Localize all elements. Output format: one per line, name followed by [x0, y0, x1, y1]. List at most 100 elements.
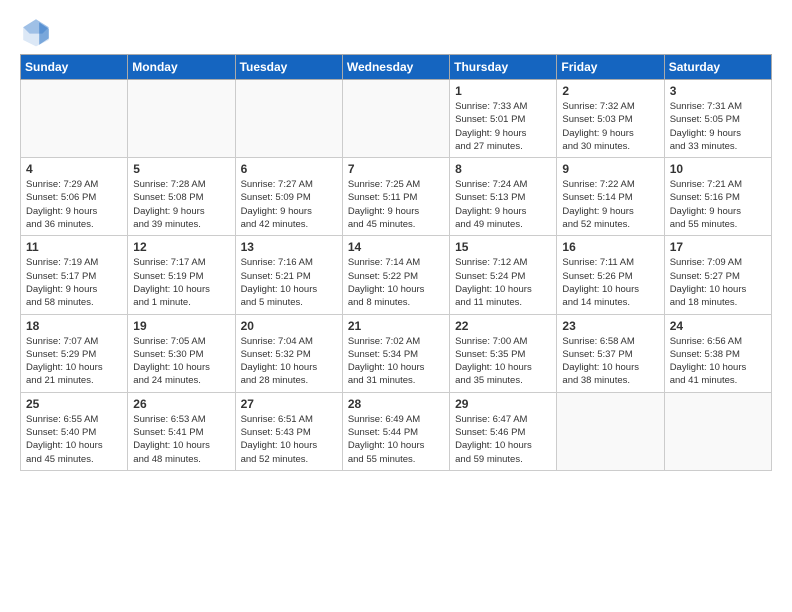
day-detail: Sunrise: 6:53 AM Sunset: 5:41 PM Dayligh…	[133, 413, 229, 466]
calendar-week-row: 11 Sunrise: 7:19 AM Sunset: 5:17 PM Dayli…	[21, 236, 772, 314]
weekday-header-friday: Friday	[557, 55, 664, 80]
calendar-cell: 25 Sunrise: 6:55 AM Sunset: 5:40 PM Dayli…	[21, 392, 128, 470]
calendar-cell	[235, 80, 342, 158]
calendar-cell: 28 Sunrise: 6:49 AM Sunset: 5:44 PM Dayli…	[342, 392, 449, 470]
day-number: 6	[241, 162, 337, 176]
calendar-week-row: 18 Sunrise: 7:07 AM Sunset: 5:29 PM Dayli…	[21, 314, 772, 392]
weekday-header-row: SundayMondayTuesdayWednesdayThursdayFrid…	[21, 55, 772, 80]
calendar-cell: 14 Sunrise: 7:14 AM Sunset: 5:22 PM Dayli…	[342, 236, 449, 314]
day-number: 29	[455, 397, 551, 411]
calendar-cell: 23 Sunrise: 6:58 AM Sunset: 5:37 PM Dayli…	[557, 314, 664, 392]
weekday-header-thursday: Thursday	[450, 55, 557, 80]
day-number: 28	[348, 397, 444, 411]
day-detail: Sunrise: 7:17 AM Sunset: 5:19 PM Dayligh…	[133, 256, 229, 309]
weekday-header-saturday: Saturday	[664, 55, 771, 80]
day-detail: Sunrise: 7:25 AM Sunset: 5:11 PM Dayligh…	[348, 178, 444, 231]
calendar-cell: 27 Sunrise: 6:51 AM Sunset: 5:43 PM Dayli…	[235, 392, 342, 470]
calendar-cell: 8 Sunrise: 7:24 AM Sunset: 5:13 PM Daylig…	[450, 158, 557, 236]
weekday-header-monday: Monday	[128, 55, 235, 80]
calendar-cell: 24 Sunrise: 6:56 AM Sunset: 5:38 PM Dayli…	[664, 314, 771, 392]
day-detail: Sunrise: 7:09 AM Sunset: 5:27 PM Dayligh…	[670, 256, 766, 309]
calendar-cell: 29 Sunrise: 6:47 AM Sunset: 5:46 PM Dayli…	[450, 392, 557, 470]
day-detail: Sunrise: 6:55 AM Sunset: 5:40 PM Dayligh…	[26, 413, 122, 466]
calendar-cell	[664, 392, 771, 470]
calendar-cell: 11 Sunrise: 7:19 AM Sunset: 5:17 PM Dayli…	[21, 236, 128, 314]
logo	[20, 16, 56, 48]
day-detail: Sunrise: 6:58 AM Sunset: 5:37 PM Dayligh…	[562, 335, 658, 388]
calendar-cell: 4 Sunrise: 7:29 AM Sunset: 5:06 PM Daylig…	[21, 158, 128, 236]
day-number: 15	[455, 240, 551, 254]
weekday-header-tuesday: Tuesday	[235, 55, 342, 80]
calendar-cell: 18 Sunrise: 7:07 AM Sunset: 5:29 PM Dayli…	[21, 314, 128, 392]
day-detail: Sunrise: 7:31 AM Sunset: 5:05 PM Dayligh…	[670, 100, 766, 153]
day-detail: Sunrise: 7:32 AM Sunset: 5:03 PM Dayligh…	[562, 100, 658, 153]
logo-icon	[20, 16, 52, 48]
day-number: 26	[133, 397, 229, 411]
day-detail: Sunrise: 6:49 AM Sunset: 5:44 PM Dayligh…	[348, 413, 444, 466]
day-detail: Sunrise: 7:27 AM Sunset: 5:09 PM Dayligh…	[241, 178, 337, 231]
calendar-cell	[342, 80, 449, 158]
calendar-cell: 16Sunrise: 7:11 AM Sunset: 5:26 PM Dayli…	[557, 236, 664, 314]
calendar-cell: 22 Sunrise: 7:00 AM Sunset: 5:35 PM Dayli…	[450, 314, 557, 392]
day-number: 22	[455, 319, 551, 333]
day-detail: Sunrise: 7:02 AM Sunset: 5:34 PM Dayligh…	[348, 335, 444, 388]
day-detail: Sunrise: 7:29 AM Sunset: 5:06 PM Dayligh…	[26, 178, 122, 231]
calendar-cell: 19 Sunrise: 7:05 AM Sunset: 5:30 PM Dayli…	[128, 314, 235, 392]
day-number: 5	[133, 162, 229, 176]
day-number: 18	[26, 319, 122, 333]
day-detail: Sunrise: 7:07 AM Sunset: 5:29 PM Dayligh…	[26, 335, 122, 388]
day-detail: Sunrise: 7:28 AM Sunset: 5:08 PM Dayligh…	[133, 178, 229, 231]
calendar-cell: 1 Sunrise: 7:33 AM Sunset: 5:01 PM Daylig…	[450, 80, 557, 158]
calendar-cell: 7Sunrise: 7:25 AM Sunset: 5:11 PM Daylig…	[342, 158, 449, 236]
calendar-cell: 26 Sunrise: 6:53 AM Sunset: 5:41 PM Dayli…	[128, 392, 235, 470]
day-number: 24	[670, 319, 766, 333]
day-detail: Sunrise: 7:33 AM Sunset: 5:01 PM Dayligh…	[455, 100, 551, 153]
day-number: 13	[241, 240, 337, 254]
day-detail: Sunrise: 6:51 AM Sunset: 5:43 PM Dayligh…	[241, 413, 337, 466]
calendar-cell: 10 Sunrise: 7:21 AM Sunset: 5:16 PM Dayli…	[664, 158, 771, 236]
day-number: 3	[670, 84, 766, 98]
day-number: 16	[562, 240, 658, 254]
calendar-week-row: 25 Sunrise: 6:55 AM Sunset: 5:40 PM Dayli…	[21, 392, 772, 470]
day-detail: Sunrise: 7:14 AM Sunset: 5:22 PM Dayligh…	[348, 256, 444, 309]
day-detail: Sunrise: 7:16 AM Sunset: 5:21 PM Dayligh…	[241, 256, 337, 309]
day-number: 9	[562, 162, 658, 176]
calendar-cell	[128, 80, 235, 158]
day-number: 25	[26, 397, 122, 411]
day-detail: Sunrise: 6:56 AM Sunset: 5:38 PM Dayligh…	[670, 335, 766, 388]
day-number: 10	[670, 162, 766, 176]
day-detail: Sunrise: 7:19 AM Sunset: 5:17 PM Dayligh…	[26, 256, 122, 309]
calendar-cell: 6 Sunrise: 7:27 AM Sunset: 5:09 PM Daylig…	[235, 158, 342, 236]
day-detail: Sunrise: 7:04 AM Sunset: 5:32 PM Dayligh…	[241, 335, 337, 388]
day-number: 19	[133, 319, 229, 333]
day-number: 27	[241, 397, 337, 411]
day-detail: Sunrise: 7:00 AM Sunset: 5:35 PM Dayligh…	[455, 335, 551, 388]
day-number: 17	[670, 240, 766, 254]
calendar-cell: 15 Sunrise: 7:12 AM Sunset: 5:24 PM Dayli…	[450, 236, 557, 314]
day-detail: Sunrise: 6:47 AM Sunset: 5:46 PM Dayligh…	[455, 413, 551, 466]
day-detail: Sunrise: 7:12 AM Sunset: 5:24 PM Dayligh…	[455, 256, 551, 309]
day-number: 14	[348, 240, 444, 254]
calendar-cell: 2 Sunrise: 7:32 AM Sunset: 5:03 PM Daylig…	[557, 80, 664, 158]
day-detail: Sunrise: 7:24 AM Sunset: 5:13 PM Dayligh…	[455, 178, 551, 231]
calendar-table: SundayMondayTuesdayWednesdayThursdayFrid…	[20, 54, 772, 471]
day-number: 1	[455, 84, 551, 98]
day-number: 4	[26, 162, 122, 176]
day-detail: Sunrise: 7:05 AM Sunset: 5:30 PM Dayligh…	[133, 335, 229, 388]
day-number: 2	[562, 84, 658, 98]
day-detail: Sunrise: 7:21 AM Sunset: 5:16 PM Dayligh…	[670, 178, 766, 231]
day-number: 8	[455, 162, 551, 176]
day-number: 21	[348, 319, 444, 333]
calendar-cell	[557, 392, 664, 470]
page-header	[20, 16, 772, 48]
calendar-cell: 21 Sunrise: 7:02 AM Sunset: 5:34 PM Dayli…	[342, 314, 449, 392]
calendar-cell: 9 Sunrise: 7:22 AM Sunset: 5:14 PM Daylig…	[557, 158, 664, 236]
calendar-cell: 12 Sunrise: 7:17 AM Sunset: 5:19 PM Dayli…	[128, 236, 235, 314]
day-number: 12	[133, 240, 229, 254]
day-number: 20	[241, 319, 337, 333]
calendar-week-row: 1 Sunrise: 7:33 AM Sunset: 5:01 PM Daylig…	[21, 80, 772, 158]
calendar-cell	[21, 80, 128, 158]
day-number: 11	[26, 240, 122, 254]
day-detail: Sunrise: 7:22 AM Sunset: 5:14 PM Dayligh…	[562, 178, 658, 231]
day-number: 23	[562, 319, 658, 333]
